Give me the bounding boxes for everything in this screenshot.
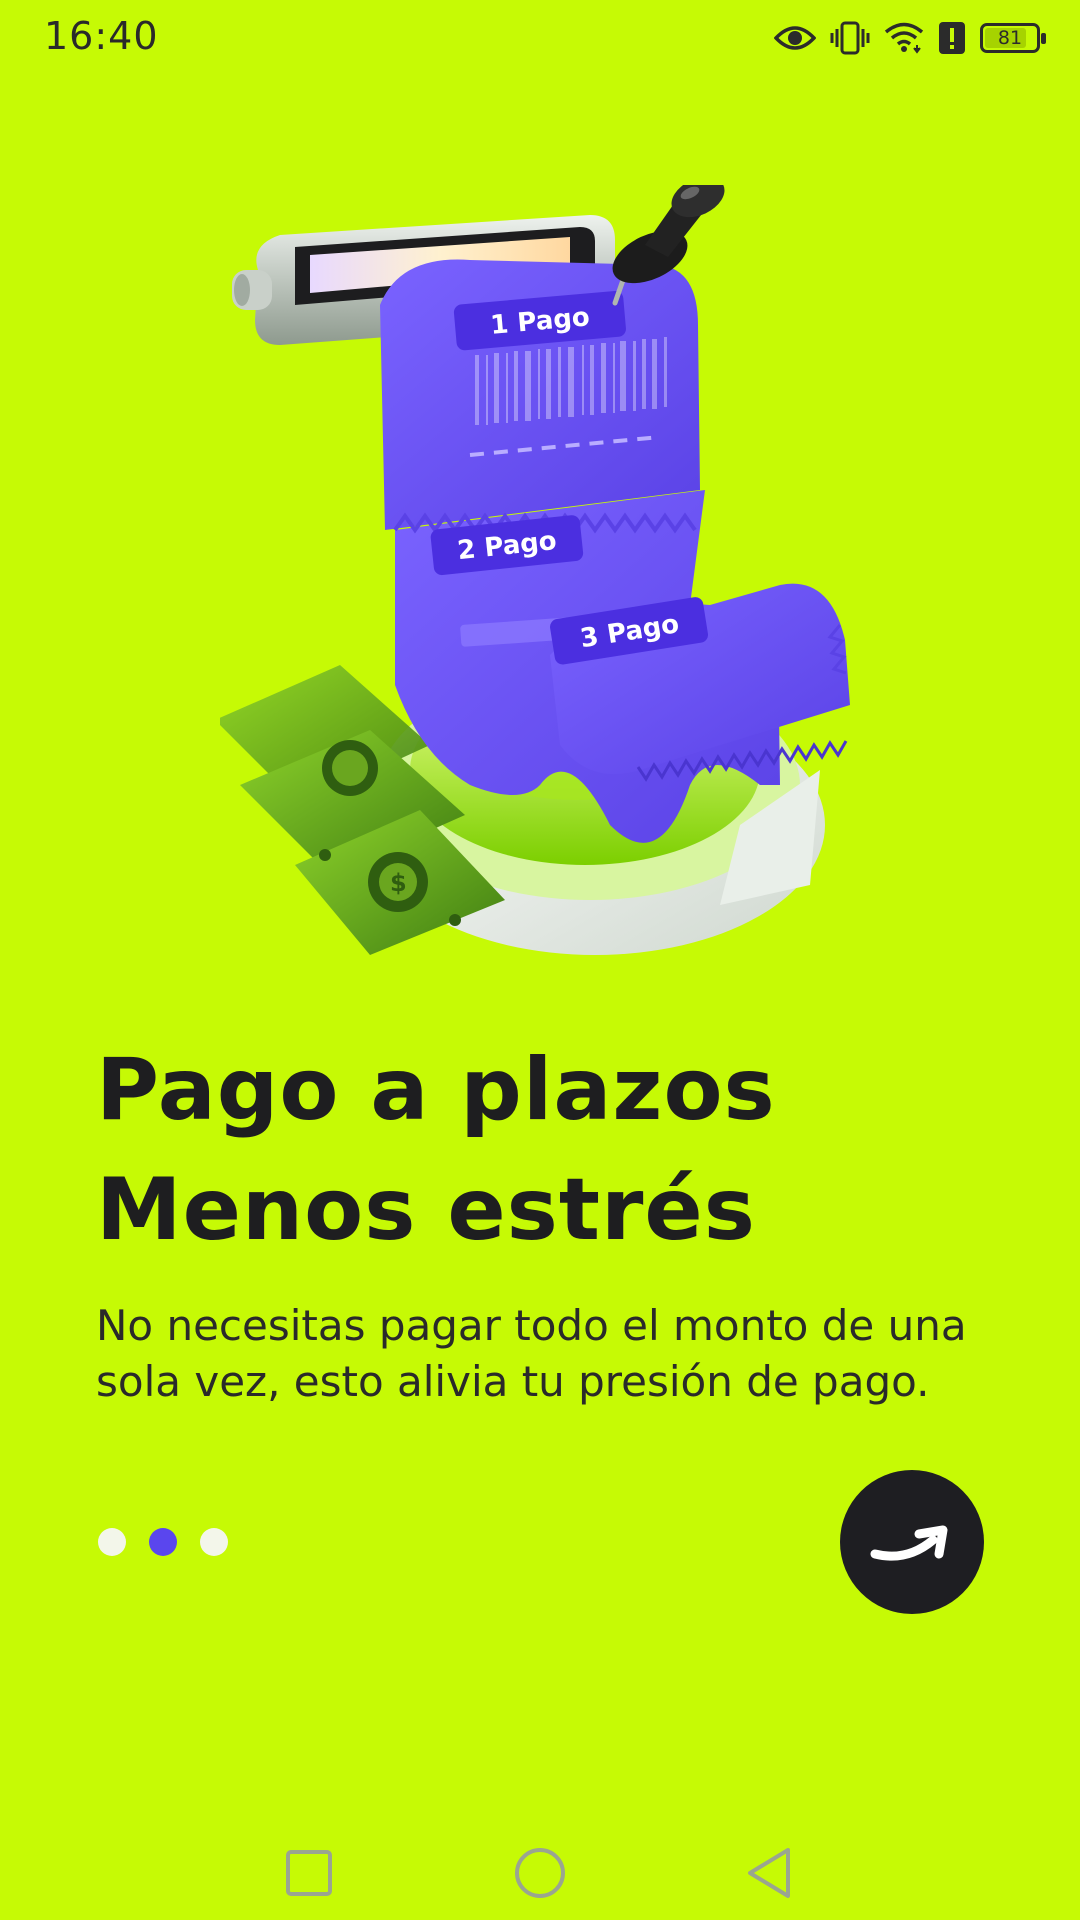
recent-apps-button[interactable] (274, 1838, 344, 1908)
page-indicator (98, 1528, 228, 1556)
battery-icon: 81 (980, 23, 1046, 53)
alert-icon (938, 21, 966, 55)
page-dot-3 (200, 1528, 228, 1556)
page-dot-1 (98, 1528, 126, 1556)
onboarding-description: No necesitas pagar todo el monto de una … (96, 1301, 967, 1406)
status-bar: 16:40 81 (0, 0, 1080, 80)
status-icons: 81 (774, 16, 1046, 60)
onboarding-headline: Pago a plazos Menos estrés (96, 1030, 776, 1270)
next-button[interactable] (840, 1470, 984, 1614)
arrow-right-icon (870, 1525, 948, 1561)
vibrate-icon (830, 21, 870, 55)
battery-level: 81 (997, 27, 1023, 49)
eye-icon (774, 23, 816, 53)
svg-text:$: $ (390, 869, 407, 897)
page-dot-2-active (149, 1528, 177, 1556)
headline-line-1: Pago a plazos (96, 1040, 776, 1140)
system-nav-bar (0, 1820, 1080, 1920)
onboarding-illustration: $ 1 Pago 2 Pago 3 Pago (215, 176, 880, 975)
home-icon (515, 1848, 565, 1898)
recent-apps-icon (286, 1850, 332, 1896)
status-time: 16:40 (44, 14, 159, 58)
home-button[interactable] (505, 1838, 575, 1908)
back-icon (748, 1848, 790, 1898)
back-button[interactable] (734, 1838, 804, 1908)
headline-line-2: Menos estrés (96, 1160, 756, 1260)
wifi-icon (884, 21, 924, 55)
